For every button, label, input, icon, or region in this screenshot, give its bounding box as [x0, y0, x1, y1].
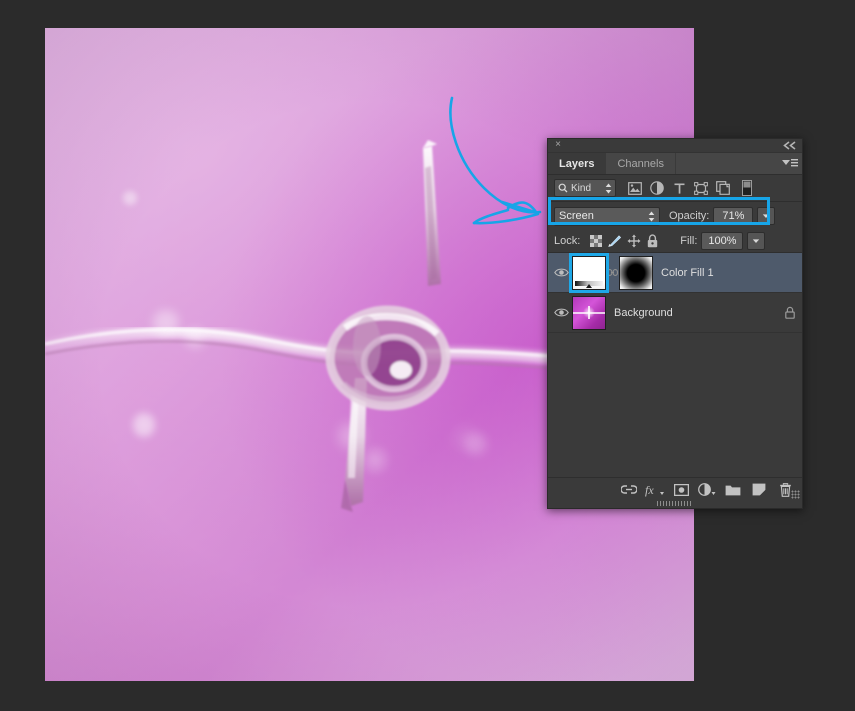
table-row[interactable]: Color Fill 1 [548, 252, 802, 293]
layer-filter-bar[interactable]: Kind [548, 175, 802, 202]
filter-smart-objects-icon[interactable] [712, 178, 734, 198]
layer-mask-link-icon[interactable] [606, 256, 619, 290]
layer-name[interactable]: Color Fill 1 [661, 267, 802, 279]
layer-style-fx-icon[interactable]: fx [642, 479, 668, 501]
filter-shape-layers-icon[interactable] [690, 178, 712, 198]
lock-image-pixels-icon[interactable] [605, 232, 624, 250]
opacity-label: Opacity: [669, 210, 710, 222]
link-layers-icon[interactable] [616, 479, 642, 501]
lock-row[interactable]: Lock: Fill: 100% [548, 230, 802, 253]
app-root: × Layers Channels Kind Screen Opacity: 7… [0, 0, 855, 711]
gradient-marker-icon [586, 283, 592, 288]
layer-thumbnails[interactable] [572, 295, 606, 330]
panel-corner-resize-handle[interactable] [791, 490, 800, 499]
opacity-slider-chevron-down-icon[interactable] [757, 207, 776, 225]
panel-title-bar: × [548, 139, 802, 153]
layer-thumbnails[interactable] [569, 252, 653, 293]
add-layer-mask-icon[interactable] [668, 479, 694, 501]
panel-resize-grip[interactable] [657, 501, 693, 506]
filter-pixel-layers-icon[interactable] [624, 178, 646, 198]
opacity-input[interactable]: 71% [713, 207, 754, 225]
blend-mode-value: Screen [559, 210, 594, 222]
layer-mask-thumbnail[interactable] [619, 255, 653, 290]
layer-visibility-eye-icon[interactable] [550, 293, 572, 333]
panel-menu-icon[interactable] [781, 158, 798, 170]
fill-input[interactable]: 100% [701, 232, 744, 250]
new-adjustment-layer-icon[interactable] [694, 479, 720, 501]
close-icon[interactable]: × [553, 140, 563, 150]
filter-kind-select[interactable]: Kind [554, 179, 616, 197]
stepper-icon [648, 211, 655, 221]
lock-label: Lock: [554, 235, 581, 247]
fill-label: Fill: [680, 235, 698, 247]
blend-mode-row[interactable]: Screen Opacity: 71% [548, 202, 802, 230]
thumb-wire-vertical [588, 306, 591, 319]
table-row[interactable]: Background [548, 293, 802, 333]
lock-all-icon[interactable] [643, 232, 662, 250]
layer-locked-icon [778, 306, 802, 319]
layers-panel[interactable]: × Layers Channels Kind Screen Opacity: 7… [547, 138, 803, 509]
new-layer-icon[interactable] [746, 479, 772, 501]
filter-adjustment-layers-icon[interactable] [646, 178, 668, 198]
tab-layers[interactable]: Layers [548, 153, 607, 174]
stepper-icon [605, 183, 612, 193]
filter-toggle-icon[interactable] [736, 178, 758, 198]
blend-mode-select[interactable]: Screen [554, 206, 660, 226]
new-group-icon[interactable] [720, 479, 746, 501]
layer-list[interactable]: Color Fill 1 Background [548, 252, 802, 477]
filter-type-layers-icon[interactable] [668, 178, 690, 198]
lock-position-icon[interactable] [624, 232, 643, 250]
svg-text:fx: fx [645, 483, 654, 497]
tab-channels[interactable]: Channels [606, 153, 676, 174]
lock-transparent-pixels-icon[interactable] [586, 232, 605, 250]
panel-bottom-toolbar[interactable]: fx [548, 477, 802, 506]
collapse-panel-icon[interactable] [783, 141, 797, 150]
layer-thumbnail-photo[interactable] [572, 295, 606, 330]
filter-kind-label: Kind [571, 182, 592, 194]
layer-thumbnail-gradient-fill[interactable] [569, 252, 609, 293]
search-icon [558, 183, 568, 193]
panel-tabs[interactable]: Layers Channels [548, 153, 802, 175]
layer-visibility-eye-icon[interactable] [550, 253, 572, 293]
fill-slider-chevron-down-icon[interactable] [747, 232, 766, 250]
layer-name[interactable]: Background [614, 307, 778, 319]
